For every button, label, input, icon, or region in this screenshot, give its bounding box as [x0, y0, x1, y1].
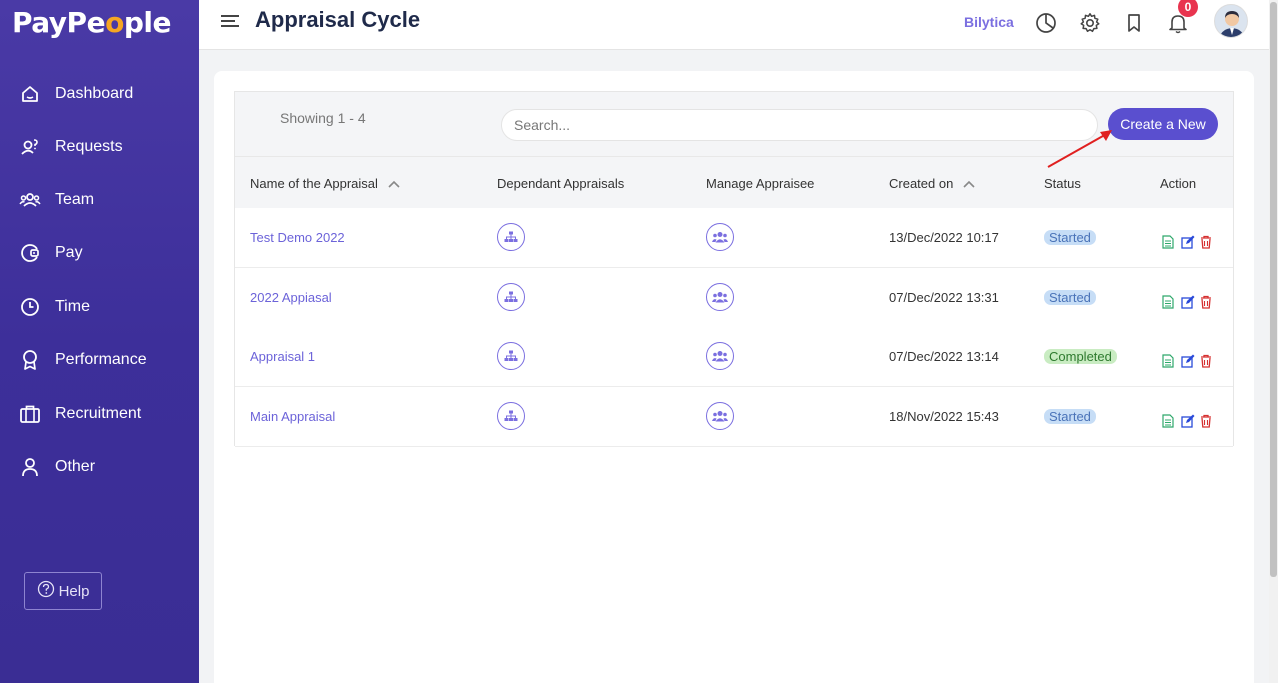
edit-icon[interactable] [1181, 354, 1195, 368]
row-actions [1162, 414, 1214, 428]
view-document-icon[interactable] [1162, 295, 1176, 309]
search-input[interactable] [501, 109, 1098, 141]
row-actions [1162, 354, 1214, 368]
sort-asc-icon[interactable] [963, 176, 975, 191]
question-circle-icon [37, 580, 55, 602]
column-header-manage: Manage Appraisee [706, 176, 815, 191]
briefcase-icon [19, 403, 41, 425]
clock-icon [19, 296, 41, 318]
delete-trash-icon[interactable] [1200, 295, 1214, 309]
created-date: 13/Dec/2022 10:17 [889, 230, 999, 245]
sidebar-item-label: Performance [55, 351, 147, 368]
bookmark-icon[interactable] [1123, 12, 1145, 34]
sidebar-item-label: Team [55, 191, 95, 208]
sidebar-item-other[interactable]: Other [0, 447, 199, 487]
sidebar-item-dashboard[interactable]: Dashboard [0, 74, 199, 114]
sidebar-item-team[interactable]: Team [0, 180, 199, 220]
view-document-icon[interactable] [1162, 354, 1176, 368]
hierarchy-icon[interactable] [497, 283, 525, 311]
sidebar: PayPeople Dashboard Requests Team Pay Ti… [0, 0, 199, 683]
appraisal-name-link[interactable]: Appraisal 1 [250, 349, 315, 364]
row-actions [1162, 295, 1214, 309]
column-header-name[interactable]: Name of the Appraisal [250, 176, 400, 191]
created-date: 07/Dec/2022 13:14 [889, 349, 999, 364]
group-users-icon[interactable] [706, 402, 734, 430]
home-icon [19, 83, 41, 105]
sidebar-item-time[interactable]: Time [0, 287, 199, 327]
edit-icon[interactable] [1181, 235, 1195, 249]
delete-trash-icon[interactable] [1200, 414, 1214, 428]
hamburger-menu-icon[interactable] [221, 15, 239, 29]
row-actions [1162, 235, 1214, 249]
appraisal-name-link[interactable]: Main Appraisal [250, 409, 335, 424]
annotation-arrow [1047, 130, 1112, 168]
view-document-icon[interactable] [1162, 414, 1176, 428]
sidebar-item-label: Requests [55, 138, 123, 155]
table-row: Appraisal 1 07/Dec/2022 13:14 Completed [235, 327, 1233, 387]
showing-count: Showing 1 - 4 [280, 110, 366, 126]
wallet-icon [19, 242, 41, 264]
view-document-icon[interactable] [1162, 235, 1176, 249]
user-icon [19, 456, 41, 478]
help-button[interactable]: Help [24, 572, 102, 610]
company-link[interactable]: Bilytica [964, 14, 1014, 30]
created-date: 07/Dec/2022 13:31 [889, 290, 999, 305]
paypeople-logo[interactable]: PayPeople [12, 6, 171, 39]
delete-trash-icon[interactable] [1200, 235, 1214, 249]
hierarchy-icon[interactable] [497, 402, 525, 430]
column-header-status: Status [1044, 176, 1081, 191]
group-users-icon[interactable] [706, 283, 734, 311]
sidebar-item-label: Pay [55, 244, 83, 261]
award-icon [19, 349, 41, 371]
user-question-icon [19, 136, 41, 158]
table-row: Main Appraisal 18/Nov/2022 15:43 Started [235, 387, 1233, 447]
sidebar-item-label: Recruitment [55, 405, 142, 422]
table-row: 2022 Appiasal 07/Dec/2022 13:31 Started [235, 268, 1233, 328]
sidebar-item-label: Other [55, 458, 96, 475]
page-title: Appraisal Cycle [255, 7, 421, 32]
group-users-icon[interactable] [706, 223, 734, 251]
hierarchy-icon[interactable] [497, 223, 525, 251]
user-avatar[interactable] [1214, 4, 1248, 38]
sort-asc-icon[interactable] [388, 176, 400, 191]
status-badge: Started [1044, 230, 1096, 245]
created-date: 18/Nov/2022 15:43 [889, 409, 999, 424]
appraisal-name-link[interactable]: 2022 Appiasal [250, 290, 332, 305]
top-header: Appraisal Cycle Bilytica 0 [199, 0, 1269, 50]
sidebar-item-recruitment[interactable]: Recruitment [0, 394, 199, 434]
status-badge: Completed [1044, 349, 1117, 364]
settings-gear-icon[interactable] [1079, 12, 1101, 34]
edit-icon[interactable] [1181, 295, 1195, 309]
edit-icon[interactable] [1181, 414, 1195, 428]
sidebar-item-performance[interactable]: Performance [0, 340, 199, 380]
page-scrollbar[interactable] [1269, 0, 1278, 683]
sidebar-item-label: Dashboard [55, 85, 134, 102]
appraisal-name-link[interactable]: Test Demo 2022 [250, 230, 345, 245]
status-badge: Started [1044, 409, 1096, 424]
column-header-created[interactable]: Created on [889, 176, 975, 191]
scrollbar-thumb[interactable] [1270, 2, 1277, 577]
delete-trash-icon[interactable] [1200, 354, 1214, 368]
sidebar-item-requests[interactable]: Requests [0, 127, 199, 167]
group-users-icon[interactable] [706, 342, 734, 370]
sidebar-item-label: Time [55, 298, 90, 315]
column-header-action: Action [1160, 176, 1197, 191]
status-badge: Started [1044, 290, 1096, 305]
sidebar-item-pay[interactable]: Pay [0, 233, 199, 273]
pie-chart-icon[interactable] [1035, 12, 1057, 34]
help-label: Help [58, 582, 90, 600]
hierarchy-icon[interactable] [497, 342, 525, 370]
team-icon [19, 189, 41, 211]
table-row: Test Demo 2022 13/Dec/2022 10:17 Started [235, 208, 1233, 268]
column-header-dependant: Dependant Appraisals [497, 176, 625, 191]
notification-count-badge: 0 [1178, 0, 1198, 17]
